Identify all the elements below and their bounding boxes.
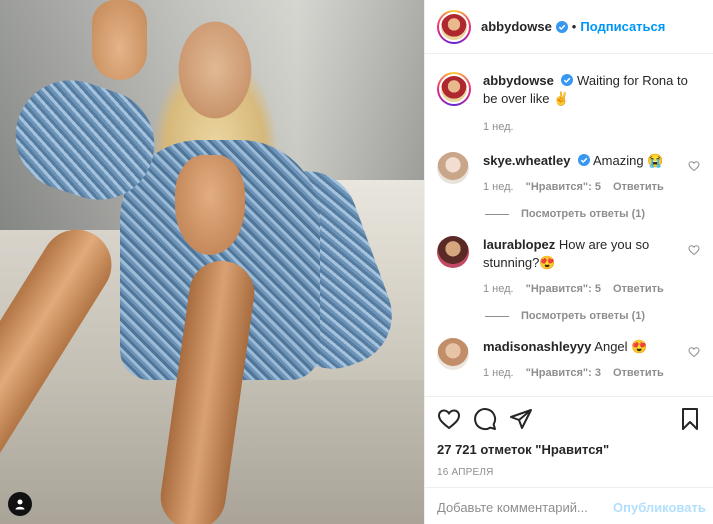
like-heart-icon[interactable] <box>437 407 461 431</box>
comment-text: Angel 😍 <box>594 339 648 354</box>
comment-avatar[interactable] <box>437 152 469 184</box>
caption-username[interactable]: abbydowse <box>483 73 554 88</box>
post-actions: 27 721 отметок "Нравится" 16 АПРЕЛЯ Опуб… <box>425 396 713 524</box>
comments-list[interactable]: abbydowse Waiting for Rona to be over li… <box>425 54 713 394</box>
comment-time[interactable]: 1 нед. <box>483 178 514 196</box>
comment-time[interactable]: 1 нед. <box>483 364 514 382</box>
caption: abbydowse Waiting for Rona to be over li… <box>437 72 702 136</box>
comment-username[interactable]: skye.wheatley <box>483 153 570 168</box>
reply-button[interactable]: Ответить <box>613 280 664 298</box>
comment-likes[interactable]: "Нравится": 3 <box>526 364 601 382</box>
view-replies-label: Посмотреть ответы (1) <box>521 310 646 322</box>
comment-time[interactable]: 1 нед. <box>483 280 514 298</box>
caption-time[interactable]: 1 нед. <box>483 118 514 136</box>
reply-button[interactable]: Ответить <box>613 178 664 196</box>
comment-username[interactable]: madisonashleyyy <box>483 339 591 354</box>
verified-badge-icon <box>555 20 568 33</box>
comment-text: Amazing 😭 <box>592 153 664 168</box>
view-replies-button[interactable]: Посмотреть ответы (1) <box>485 310 702 322</box>
tagged-user-icon[interactable] <box>8 492 32 516</box>
replies-line <box>485 315 509 317</box>
photo-hand <box>92 0 147 80</box>
comment-item: madisonashleyyy Angel 😍 1 нед. "Нравится… <box>437 338 702 382</box>
like-comment-heart-icon[interactable] <box>688 244 700 256</box>
save-bookmark-icon[interactable] <box>678 407 702 431</box>
action-icons <box>437 405 702 433</box>
post-photo[interactable] <box>0 0 424 524</box>
person-icon <box>15 499 25 510</box>
caption-avatar[interactable] <box>437 72 471 106</box>
post-comment-button[interactable]: Опубликовать <box>613 500 706 515</box>
separator-dot: • <box>571 19 577 34</box>
comment-item: laurablopez How are you so stunning?😍 1 … <box>437 236 702 322</box>
comment-likes[interactable]: "Нравится": 5 <box>526 280 601 298</box>
verified-badge-icon <box>578 154 591 166</box>
post-header: abbydowse • Подписаться <box>425 0 713 54</box>
comment-username[interactable]: laurablopez <box>483 237 555 252</box>
view-replies-label: Посмотреть ответы (1) <box>521 208 646 220</box>
like-comment-heart-icon[interactable] <box>688 160 700 172</box>
author-username[interactable]: abbydowse <box>481 19 552 34</box>
comment-item: skye.wheatley Amazing 😭 1 нед. "Нравится… <box>437 152 702 220</box>
comment-bubble-icon[interactable] <box>473 407 497 431</box>
comment-likes[interactable]: "Нравится": 5 <box>526 178 601 196</box>
post-side-panel: abbydowse • Подписаться abbydowse Waitin… <box>424 0 713 524</box>
reply-button[interactable]: Ответить <box>613 364 664 382</box>
share-paper-plane-icon[interactable] <box>509 407 533 431</box>
post-date[interactable]: 16 АПРЕЛЯ <box>437 467 702 478</box>
view-replies-button[interactable]: Посмотреть ответы (1) <box>485 208 702 220</box>
photo-figure <box>175 155 245 255</box>
follow-button[interactable]: Подписаться <box>580 19 665 34</box>
comment-input[interactable] <box>437 500 613 515</box>
author-avatar[interactable] <box>437 9 471 44</box>
replies-line <box>485 213 509 215</box>
like-comment-heart-icon[interactable] <box>688 346 700 358</box>
add-comment-form: Опубликовать <box>425 487 713 524</box>
verified-badge-icon <box>561 74 574 86</box>
comment-avatar[interactable] <box>437 338 469 370</box>
comment-avatar[interactable] <box>437 236 469 268</box>
likes-count[interactable]: 27 721 отметок "Нравится" <box>437 442 702 457</box>
